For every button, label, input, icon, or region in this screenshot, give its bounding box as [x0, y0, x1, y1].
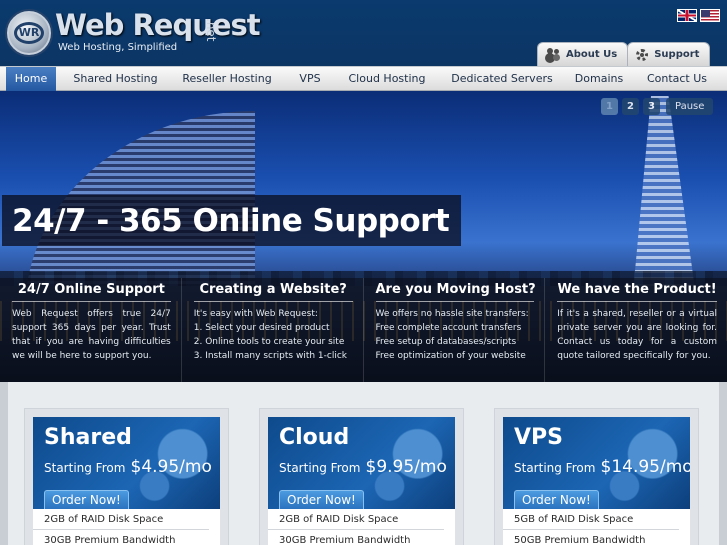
plan-price-prefix: Starting From [44, 461, 126, 475]
nav-reseller-hosting[interactable]: Reseller Hosting [169, 67, 285, 91]
plan-feature: 2GB of RAID Disk Space [268, 509, 444, 530]
plan-price-prefix: Starting From [279, 461, 361, 475]
about-us-label: About Us [566, 49, 618, 60]
support-label: Support [654, 49, 700, 60]
plan-name: Shared [44, 425, 132, 450]
slider-controls: 1 2 3 Pause [601, 98, 714, 115]
feature-title[interactable]: Creating a Website? [193, 282, 353, 302]
hero-slider: 1 2 3 Pause 24/7 - 365 Online Support 24… [0, 91, 727, 382]
nav-home[interactable]: Home [6, 66, 56, 91]
list-item: 2. Online tools to create your site [193, 337, 345, 347]
feature-text: If it's a shared, reseller or a virtual … [557, 309, 717, 361]
feature-list: We offers no hassle site transfers: Free… [376, 307, 535, 363]
plan-header: Shared Starting From $4.95/mo Order Now! [33, 417, 220, 509]
nav-dedicated-servers[interactable]: Dedicated Servers [439, 67, 565, 91]
list-item: Free optimization of your website [375, 351, 526, 361]
plan-price-amount: $14.95/mo [600, 457, 690, 477]
nav-vps[interactable]: VPS [285, 67, 335, 91]
feature-strip: 24/7 Online Support Web Request offers t… [0, 278, 727, 382]
slide-2-button[interactable]: 2 [622, 98, 639, 115]
logo-badge[interactable]: WR [7, 11, 51, 55]
order-now-button[interactable]: Order Now! [44, 490, 129, 509]
nav-cloud-hosting[interactable]: Cloud Hosting [335, 67, 439, 91]
order-now-button[interactable]: Order Now! [279, 490, 364, 509]
plan-card-shared: Shared Starting From $4.95/mo Order Now!… [24, 408, 229, 545]
slide-1-button[interactable]: 1 [601, 98, 618, 115]
nav-contact-us[interactable]: Contact Us [633, 67, 721, 91]
plan-price: Starting From $4.95/mo [44, 457, 212, 477]
support-tab[interactable]: Support [627, 42, 711, 66]
list-item: Free complete account transfers [375, 323, 522, 333]
list-item: 3. Install many scripts with 1-click [193, 351, 347, 361]
feature-product: We have the Product! If it's a shared, r… [545, 278, 727, 382]
site-header: WR Web Request .net Web Hosting, Simplif… [0, 0, 727, 66]
us-flag-icon[interactable] [700, 9, 720, 22]
logo-tld: .net [204, 18, 218, 42]
utility-tabs: About Us Support [537, 42, 711, 66]
feature-title[interactable]: 24/7 Online Support [12, 282, 171, 302]
plan-card-cloud: Cloud Starting From $9.95/mo Order Now! … [259, 408, 464, 545]
slide-3-button[interactable]: 3 [643, 98, 660, 115]
feature-moving-host: Are you Moving Host? We offers no hassle… [363, 278, 546, 382]
about-us-tab[interactable]: About Us [537, 42, 629, 66]
plan-price-prefix: Starting From [514, 461, 596, 475]
feature-list: It's easy with Web Request: 1. Select yo… [194, 307, 353, 363]
plan-price: Starting From $9.95/mo [279, 457, 447, 477]
hero-caption: 24/7 - 365 Online Support [2, 195, 462, 246]
plans-section: Shared Starting From $4.95/mo Order Now!… [0, 382, 727, 545]
feature-title[interactable]: We have the Product! [557, 282, 717, 302]
nav-shared-hosting[interactable]: Shared Hosting [62, 67, 169, 91]
plan-header: Cloud Starting From $9.95/mo Order Now! [268, 417, 455, 509]
feature-title[interactable]: Are you Moving Host? [375, 282, 536, 302]
list-item: It's easy with Web Request: [193, 309, 318, 319]
uk-flag-icon[interactable] [677, 9, 697, 22]
order-now-button[interactable]: Order Now! [514, 490, 599, 509]
plan-card-vps: VPS Starting From $14.95/mo Order Now! 5… [494, 408, 699, 545]
list-item: Free setup of databases/scripts [375, 337, 517, 347]
plan-feature: 5GB of RAID Disk Space [503, 509, 679, 530]
people-icon [546, 48, 560, 61]
feature-text: Web Request offers true 24/7 support 365… [12, 309, 171, 361]
gear-icon [636, 48, 649, 61]
plan-name: VPS [514, 425, 563, 450]
main-nav: Home Shared Hosting Reseller Hosting VPS… [0, 66, 727, 91]
plan-feature: 2GB of RAID Disk Space [33, 509, 209, 530]
plan-feature: 30GB Premium Bandwidth [33, 530, 209, 545]
list-item: 1. Select your desired product [193, 323, 330, 333]
nav-domains[interactable]: Domains [565, 67, 633, 91]
logo-tagline: Web Hosting, Simplified [58, 42, 178, 53]
list-item: We offers no hassle site transfers: [375, 309, 529, 319]
plan-name: Cloud [279, 425, 350, 450]
feature-create-website: Creating a Website? It's easy with Web R… [181, 278, 364, 382]
plan-price-amount: $4.95/mo [130, 457, 212, 477]
feature-support: 24/7 Online Support Web Request offers t… [0, 278, 182, 382]
slider-pause-button[interactable]: Pause [666, 98, 714, 115]
logo-title[interactable]: Web Request [55, 8, 261, 42]
plan-feature: 30GB Premium Bandwidth [268, 530, 444, 545]
plan-price-amount: $9.95/mo [365, 457, 447, 477]
plan-price: Starting From $14.95/mo [514, 457, 690, 477]
logo-badge-text: WR [14, 22, 44, 44]
plan-header: VPS Starting From $14.95/mo Order Now! [503, 417, 690, 509]
plan-feature: 50GB Premium Bandwidth [503, 530, 679, 545]
